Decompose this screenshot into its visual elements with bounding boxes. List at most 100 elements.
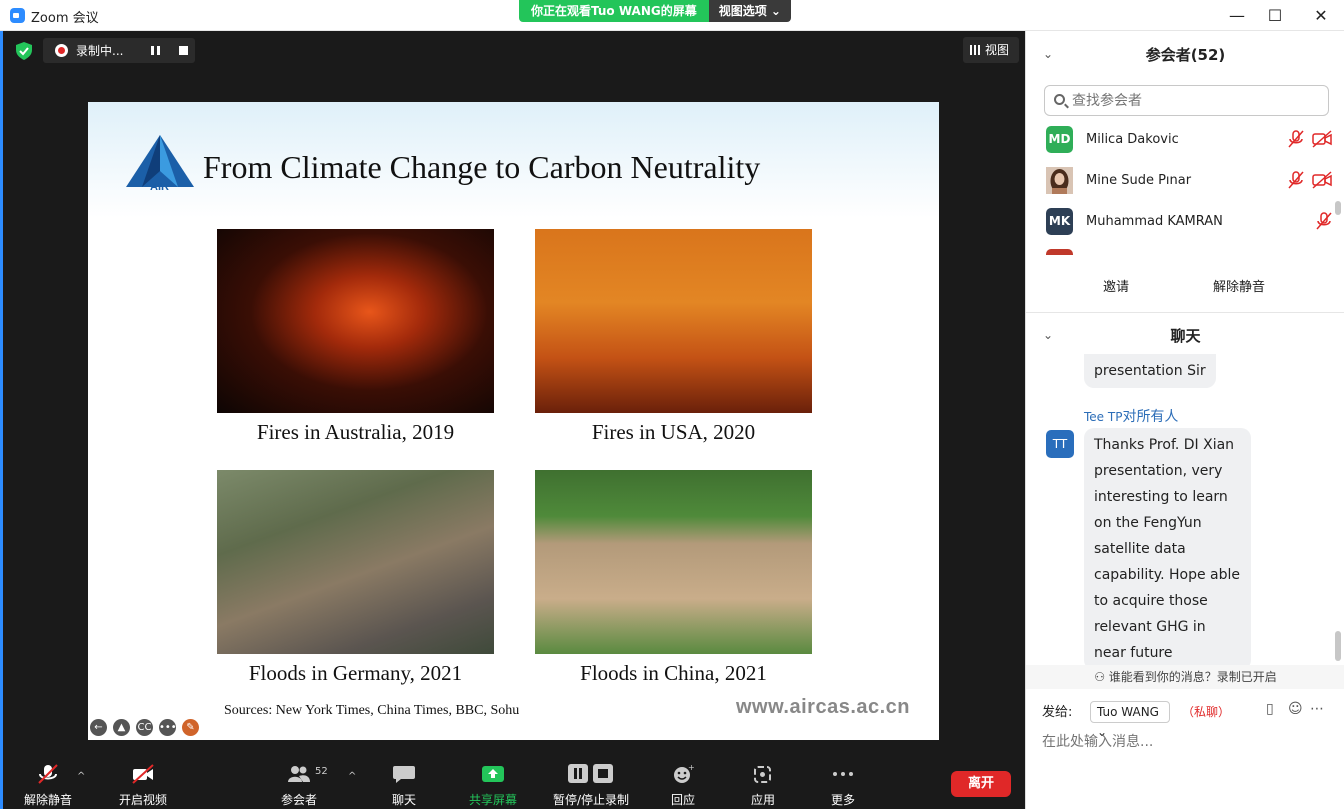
apps-label: 应用	[750, 793, 775, 807]
audio-options-caret-icon[interactable]: ^	[77, 771, 85, 782]
view-button[interactable]: 视图	[963, 37, 1019, 63]
panel-divider	[1026, 312, 1344, 313]
view-label: 视图	[985, 43, 1010, 57]
video-off-icon	[1312, 171, 1332, 189]
chat-button[interactable]: 聊天	[369, 740, 439, 809]
window-title: Zoom 会议	[31, 11, 99, 26]
chat-sender: Tee TP	[1084, 410, 1123, 424]
participant-name: Milica Dakovic	[1086, 132, 1179, 147]
close-window-button[interactable]: ✕	[1298, 0, 1344, 31]
cc-icon[interactable]: CC	[136, 719, 153, 736]
emoji-icon[interactable]: ☺	[1288, 701, 1303, 717]
invite-button[interactable]: 邀请	[1103, 276, 1129, 295]
recording-indicator: 录制中...	[43, 38, 195, 63]
private-tag: （私聊）	[1182, 705, 1231, 719]
caption-floods-germany: Floods in Germany, 2021	[248, 661, 463, 685]
slide-controls: ← ▲ CC ••• ✎	[90, 719, 199, 736]
apps-button[interactable]: 应用	[728, 740, 798, 809]
participant-row[interactable]: MD Milica Dakovic	[1046, 126, 1332, 154]
zoom-app-icon	[10, 8, 25, 23]
leave-button[interactable]: 离开	[951, 771, 1011, 797]
chat-to-prefix: 对	[1122, 409, 1137, 425]
chat-message: Thanks Prof. DI Xian presentation, very …	[1084, 428, 1251, 670]
video-off-icon	[132, 764, 154, 784]
chat-message-previous: presentation Sir	[1084, 354, 1216, 388]
viewing-share-label: 你正在观看Tuo WANG的屏幕	[519, 0, 709, 22]
pause-stop-recording-label: 暂停/停止录制	[552, 793, 630, 807]
send-to-row: 发给: Tuo WANG ⌄ （私聊） ▯ ☺ ⋯	[1042, 701, 1342, 739]
muted-mic-icon	[1288, 130, 1304, 148]
send-to-label: 发给:	[1042, 705, 1073, 720]
window-titlebar: Zoom 会议 你正在观看Tuo WANG的屏幕 视图选项 ⌄ — ☐ ✕	[0, 0, 1344, 31]
more-dots-icon[interactable]: •••	[159, 719, 177, 736]
unmute-me-button[interactable]: 解除静音	[1213, 276, 1265, 295]
participants-header: 参会者(52)	[1145, 46, 1226, 64]
start-video-button[interactable]: 开启视频	[108, 740, 178, 809]
participant-row[interactable]: Mine Sude Pınar	[1046, 167, 1332, 195]
participants-scrollbar[interactable]	[1335, 201, 1341, 215]
unmute-button[interactable]: 解除静音	[13, 740, 83, 809]
muted-mic-icon	[1316, 212, 1332, 230]
smiley-plus-icon: +	[674, 764, 695, 783]
chat-bubble-icon	[393, 766, 415, 783]
participant-search-input[interactable]	[1072, 90, 1322, 112]
more-dots-icon	[833, 772, 853, 776]
slide-title: From Climate Change to Carbon Neutrality	[203, 149, 761, 185]
recording-label: 录制中...	[76, 44, 124, 58]
reactions-button[interactable]: + 回应	[648, 740, 718, 809]
slide-url: www.aircas.ac.cn	[736, 696, 911, 718]
meeting-toolbar: 解除静音 ^ 开启视频 参会者 52 ^ 聊天 共享屏幕 暂停/停止录制 + 回…	[3, 740, 1025, 809]
file-icon[interactable]: ▯	[1266, 701, 1274, 717]
security-shield-icon[interactable]	[16, 42, 32, 60]
more-label: 更多	[830, 793, 855, 807]
participants-label: 参会者	[280, 793, 317, 807]
participants-caret-icon[interactable]: ^	[348, 771, 356, 782]
avatar: MK	[1046, 208, 1073, 235]
more-options-icon[interactable]: ⋯	[1310, 701, 1324, 717]
meeting-area: 录制中... 视图 AIR From Climate Change to Car…	[0, 31, 1025, 809]
stop-recording-icon[interactable]	[179, 46, 188, 55]
chat-scrollbar[interactable]	[1335, 631, 1341, 661]
view-options-button[interactable]: 视图选项 ⌄	[708, 0, 791, 22]
muted-microphone-icon	[38, 764, 58, 784]
photo-floods-china	[535, 470, 812, 654]
pointer-icon[interactable]: ▲	[113, 719, 130, 736]
pause-stop-recording-button[interactable]: 暂停/停止录制	[546, 740, 636, 809]
avatar: MD	[1046, 126, 1073, 153]
participants-count: 52	[315, 766, 328, 777]
message-visibility-note[interactable]: ⚇ 谁能看到你的消息？录制已开启	[1026, 665, 1344, 689]
more-button[interactable]: 更多	[808, 740, 878, 809]
air-logo: AIR	[126, 135, 194, 191]
video-off-icon	[1312, 130, 1332, 148]
participant-row[interactable]: MK Muhammad KAMRAN	[1046, 208, 1332, 236]
maximize-button[interactable]: ☐	[1252, 0, 1298, 31]
back-arrow-icon[interactable]: ←	[90, 719, 107, 736]
share-screen-button[interactable]: 共享屏幕	[458, 740, 528, 809]
unmute-label: 解除静音	[23, 793, 72, 807]
chat-meta: Tee TP对所有人	[1084, 406, 1178, 426]
caption-fires-australia: Fires in Australia, 2019	[256, 420, 455, 444]
participant-name: Mine Sude Pınar	[1086, 173, 1192, 188]
pen-icon[interactable]: ✎	[182, 719, 199, 736]
photo-fires-usa	[535, 229, 812, 413]
send-to-dropdown[interactable]: Tuo WANG ⌄	[1090, 701, 1170, 739]
participants-icon	[288, 766, 310, 782]
pause-stop-icon	[568, 764, 613, 783]
apps-icon	[754, 766, 771, 783]
visibility-label: 谁能看到你的消息？录制已开启	[1108, 670, 1277, 684]
participant-search[interactable]	[1044, 85, 1329, 116]
share-banner: 你正在观看Tuo WANG的屏幕 视图选项 ⌄	[519, 0, 791, 22]
user-lock-icon: ⚇	[1094, 670, 1105, 684]
logo-text: AIR	[150, 181, 169, 191]
side-panel: ⌄ 参会者(52) MD Milica Dakovic Mine Sud	[1025, 31, 1344, 809]
participant-name: Muhammad KAMRAN	[1086, 214, 1223, 229]
pause-recording-icon[interactable]	[151, 46, 160, 55]
chat-recipient[interactable]: 所有人	[1136, 409, 1178, 425]
reactions-label: 回应	[670, 793, 695, 807]
chat-message-input[interactable]	[1042, 731, 1332, 753]
photo-floods-germany	[217, 470, 494, 654]
recording-dot-icon	[55, 44, 68, 57]
slide-sources: Sources: New York Times, China Times, BB…	[224, 703, 520, 718]
share-screen-label: 共享屏幕	[468, 793, 517, 807]
start-video-label: 开启视频	[118, 793, 167, 807]
